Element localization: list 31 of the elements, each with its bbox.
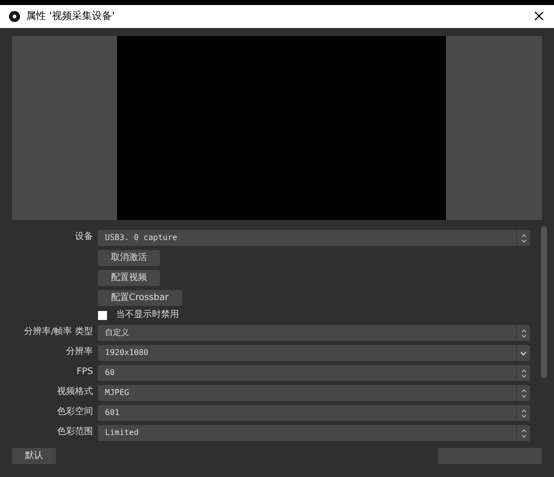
chevron-down-icon [520,350,527,356]
config-button[interactable]: 配置Crossbar [98,290,182,306]
field-label: 色彩范围 [56,426,93,440]
config-button[interactable]: 配置视频 [98,270,160,286]
app-logo-icon [9,11,20,22]
updown-icon [520,428,526,438]
dropdown-field[interactable]: 60 [98,365,530,381]
field-label: 色彩空间 [56,406,93,420]
combo-box[interactable]: 1920x1080 [98,345,530,361]
updown-icon [520,388,526,398]
dropdown-field[interactable]: USB3. 0 capture [98,230,530,246]
updown-icon [520,368,526,378]
dropdown-field[interactable]: 自定义 [98,325,530,341]
checkbox[interactable] [98,311,107,320]
updown-icon [520,232,526,244]
dropdown-field[interactable]: MJPEG [98,385,530,401]
config-button[interactable]: 取消激活 [98,250,160,266]
dialog-button[interactable] [438,448,542,464]
scrollbar[interactable] [541,226,547,378]
defaults-button[interactable]: 默认 [12,448,56,464]
checkbox-label: 当不显示时禁用 [116,308,179,322]
updown-icon [520,408,526,418]
window-title: 属性 '视频采集设备' [26,10,115,24]
field-label: FPS [76,366,93,380]
updown-icon [520,328,526,338]
field-label: 分辨率/帧率 类型 [23,326,93,340]
field-label: 设备 [74,231,93,244]
dropdown-field[interactable]: 601 [98,405,530,421]
dropdown-field[interactable]: Limited [98,425,530,441]
field-label: 视频格式 [56,386,93,400]
field-label: 分辨率 [65,346,93,360]
